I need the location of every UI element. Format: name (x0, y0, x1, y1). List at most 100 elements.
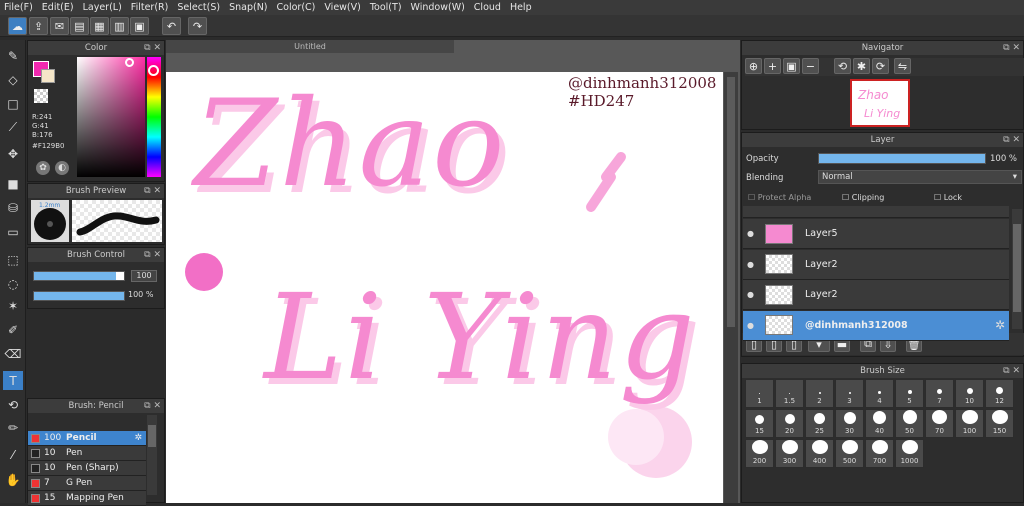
brush-size-button[interactable]: 300 (775, 439, 804, 468)
gear-icon[interactable]: ✲ (134, 433, 142, 443)
brush-size-slider[interactable] (33, 271, 125, 281)
menu-item-1[interactable]: Edit(E) (42, 2, 74, 13)
document-icon[interactable]: ▦ (90, 17, 109, 35)
menu-item-4[interactable]: Select(S) (177, 2, 220, 13)
brush-size-button[interactable]: 200 (745, 439, 774, 468)
brush-size-button[interactable]: 500 (835, 439, 864, 468)
brush-size-button[interactable]: 70 (925, 409, 954, 438)
lock-checkbox[interactable]: ☐ Lock (934, 193, 962, 202)
gear-icon[interactable]: ✲ (995, 318, 1005, 332)
brush-size-button[interactable]: 100 (955, 409, 984, 438)
brush-list-item[interactable]: 10 Pen (Sharp) (28, 461, 146, 476)
brush-size-button[interactable]: 1 (745, 379, 774, 408)
close-icon[interactable]: ⧉ ✕ (144, 41, 161, 55)
color-set-icon[interactable]: ◐ (55, 161, 69, 175)
grid-icon[interactable]: ▥ (110, 17, 129, 35)
flip-icon[interactable]: ⇋ (894, 58, 911, 74)
close-icon[interactable]: ⧉ ✕ (144, 248, 161, 262)
fill-rect-tool-icon[interactable]: ■ (3, 174, 23, 193)
zoom-in-small-icon[interactable]: + (764, 58, 781, 74)
brush-size-button[interactable]: 30 (835, 409, 864, 438)
brush-size-button[interactable]: 1000 (895, 439, 924, 468)
palette-icon[interactable]: ✿ (36, 161, 50, 175)
clipping-checkbox[interactable]: ☐ Clipping (842, 193, 884, 202)
redo-button[interactable]: ↷ (188, 17, 207, 35)
rotate-right-icon[interactable]: ⟳ (872, 58, 889, 74)
menu-item-11[interactable]: Help (510, 2, 532, 13)
navigator-thumbnail[interactable]: Zhao Li Ying (850, 79, 910, 127)
move-tool-icon[interactable]: ✥ (3, 144, 23, 163)
saturation-value-picker[interactable] (77, 57, 145, 177)
menu-item-5[interactable]: Snap(N) (229, 2, 267, 13)
brush-size-button[interactable]: 400 (805, 439, 834, 468)
menu-item-10[interactable]: Cloud (474, 2, 501, 13)
brush-list-scrollbar[interactable] (147, 415, 157, 495)
close-icon[interactable]: ⧉ ✕ (1003, 41, 1020, 55)
eye-icon[interactable]: ● (747, 229, 757, 238)
reset-view-icon[interactable]: ✱ (853, 58, 870, 74)
undo-button[interactable]: ↶ (162, 17, 181, 35)
hue-cursor[interactable] (148, 65, 159, 76)
brush-list-item[interactable]: 10 Pen (28, 446, 146, 461)
brush-size-button[interactable]: 7 (925, 379, 954, 408)
menu-item-0[interactable]: File(F) (4, 2, 33, 13)
layer-row-partial[interactable] (743, 206, 1009, 218)
canvas-vertical-scrollbar[interactable] (724, 72, 738, 503)
frame-tool-icon[interactable]: ✏ (3, 418, 23, 437)
zoom-out-icon[interactable]: − (802, 58, 819, 74)
layer-scrollbar[interactable] (1012, 209, 1022, 329)
blending-select[interactable]: Normal ▾ (818, 170, 1022, 184)
menu-item-2[interactable]: Layer(L) (83, 2, 122, 13)
brush-size-button[interactable]: 2 (805, 379, 834, 408)
bucket-tool-icon[interactable]: ⛁ (3, 198, 23, 217)
brush-size-button[interactable]: 50 (895, 409, 924, 438)
transparent-swatch[interactable] (34, 89, 48, 103)
menu-item-7[interactable]: View(V) (324, 2, 360, 13)
select-pen-icon[interactable]: ✐ (3, 320, 23, 339)
layer-row[interactable]: ● Layer2 (743, 249, 1009, 280)
gradient-tool-icon[interactable]: ▭ (3, 222, 23, 241)
menu-item-6[interactable]: Color(C) (277, 2, 316, 13)
brush-size-button[interactable]: 5 (895, 379, 924, 408)
brush-size-button[interactable]: 700 (865, 439, 894, 468)
canvas-tab[interactable]: Untitled (166, 40, 454, 53)
brush-opacity-slider[interactable] (33, 291, 125, 301)
close-icon[interactable]: ⧉ ✕ (144, 399, 161, 413)
brush-size-button[interactable]: 3 (835, 379, 864, 408)
layer-row[interactable]: ● @dinhmanh312008 ✲ (743, 310, 1009, 341)
brush-size-button[interactable]: 150 (985, 409, 1014, 438)
brush-list-item[interactable]: 7 G Pen (28, 476, 146, 491)
brush-size-button[interactable]: 12 (985, 379, 1014, 408)
menu-item-8[interactable]: Tool(T) (370, 2, 402, 13)
line-tool-icon[interactable]: ⟋ (3, 118, 23, 137)
operation-tool-icon[interactable]: ⟲ (3, 395, 23, 414)
brush-size-button[interactable]: 1.5 (775, 379, 804, 408)
layer-row[interactable]: ● Layer2 (743, 280, 1009, 310)
brush-list-item[interactable]: 15 Mapping Pen (28, 491, 146, 506)
layer-row[interactable]: ● Layer5 (743, 219, 1009, 249)
select-eraser-icon[interactable]: ⌫ (3, 344, 23, 363)
brush-size-button[interactable]: 10 (955, 379, 984, 408)
eyedropper-icon[interactable]: ⁄ (3, 445, 23, 464)
cloud-sync-icon[interactable]: ☁ (8, 17, 27, 35)
zoom-in-icon[interactable]: ⊕ (745, 58, 762, 74)
brush-size-button[interactable]: 4 (865, 379, 894, 408)
layer-opacity-slider[interactable] (818, 153, 986, 164)
comment-icon[interactable]: ✉ (50, 17, 69, 35)
brush-tool-icon[interactable]: ✎ (3, 46, 23, 65)
text-tool-icon[interactable]: T (3, 371, 23, 390)
brush-size-button[interactable]: 25 (805, 409, 834, 438)
lasso-select-icon[interactable]: ◌ (3, 274, 23, 293)
menu-item-9[interactable]: Window(W) (411, 2, 465, 13)
menu-item-3[interactable]: Filter(R) (131, 2, 169, 13)
chat-icon[interactable]: ▤ (70, 17, 89, 35)
background-color-swatch[interactable] (41, 69, 55, 83)
drawing-canvas[interactable]: Zhao Zhao Li Ying Li Ying @dinhmanh31200… (166, 72, 723, 503)
rect-select-icon[interactable]: ⬚ (3, 250, 23, 269)
hand-tool-icon[interactable]: ✋ (3, 470, 23, 489)
share-icon[interactable]: ⇪ (29, 17, 48, 35)
fit-icon[interactable]: ▣ (783, 58, 800, 74)
brush-size-button[interactable]: 20 (775, 409, 804, 438)
eraser-tool-icon[interactable]: ◇ (3, 70, 23, 89)
rotate-left-icon[interactable]: ⟲ (834, 58, 851, 74)
